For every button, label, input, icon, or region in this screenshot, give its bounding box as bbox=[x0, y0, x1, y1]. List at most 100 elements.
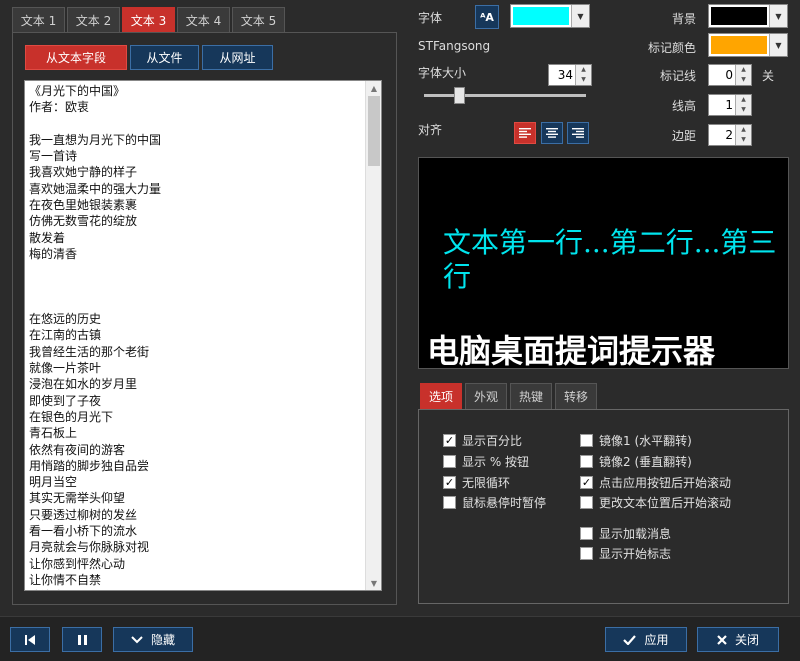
script-line bbox=[29, 279, 365, 295]
from-file-button[interactable]: 从文件 bbox=[130, 45, 199, 70]
option-scroll-on-position-change[interactable]: 更改文本位置后开始滚动 bbox=[580, 494, 731, 511]
script-line: 用悄踏的脚步独自品尝 bbox=[29, 458, 150, 473]
chevron-down-icon[interactable]: ▼ bbox=[571, 5, 589, 27]
textarea-scrollbar[interactable]: ▲ ▼ bbox=[365, 81, 381, 590]
up-arrow-icon[interactable]: ▲ bbox=[736, 65, 751, 75]
from-text-field-button[interactable]: 从文本字段 bbox=[25, 45, 127, 70]
right-panel: 字体 ᴬA ▼ STFangsong 字体大小 34 ▲ ▼ 对齐 背景 ▼ 标记… bbox=[400, 0, 800, 620]
align-left-icon bbox=[519, 128, 531, 138]
align-right-button[interactable] bbox=[567, 122, 589, 144]
checkbox[interactable] bbox=[580, 527, 593, 540]
from-url-button[interactable]: 从网址 bbox=[202, 45, 273, 70]
align-left-button[interactable] bbox=[514, 122, 536, 144]
preview-brand-title: 电脑桌面提词提示器 bbox=[427, 332, 716, 369]
option-show-start-marker[interactable]: 显示开始标志 bbox=[580, 545, 671, 562]
font-size-slider[interactable] bbox=[424, 94, 586, 97]
option-mirror-vertical[interactable]: 镜像2 (垂直翻转) bbox=[580, 453, 692, 470]
up-arrow-icon[interactable]: ▲ bbox=[576, 65, 591, 75]
script-line: 梅的清香 bbox=[29, 246, 78, 261]
marker-color-combo[interactable]: ▼ bbox=[708, 33, 788, 57]
checkbox[interactable] bbox=[580, 434, 593, 447]
scroll-up-icon[interactable]: ▲ bbox=[366, 81, 381, 95]
font-size-stepper[interactable]: ▲ ▼ bbox=[575, 65, 591, 85]
option-label: 镜像2 (垂直翻转) bbox=[599, 455, 692, 469]
script-line bbox=[29, 295, 365, 311]
tab-text-2[interactable]: 文本 2 bbox=[67, 7, 120, 32]
down-arrow-icon[interactable]: ▼ bbox=[576, 75, 591, 85]
checkbox[interactable]: ✓ bbox=[580, 476, 593, 489]
font-size-spinner[interactable]: 34 ▲ ▼ bbox=[548, 64, 592, 86]
font-picker-button[interactable]: ᴬA bbox=[475, 5, 499, 29]
line-height-spinner[interactable]: 1 ▲ ▼ bbox=[708, 94, 752, 116]
font-color-swatch bbox=[513, 7, 569, 25]
line-height-stepper[interactable]: ▲ ▼ bbox=[735, 95, 751, 115]
tab-hotkeys[interactable]: 热键 bbox=[510, 383, 553, 409]
tab-appearance[interactable]: 外观 bbox=[465, 383, 508, 409]
marker-line-stepper[interactable]: ▲ ▼ bbox=[735, 65, 751, 85]
script-line: 就像一片茶叶 bbox=[29, 361, 102, 376]
chevron-down-icon[interactable]: ▼ bbox=[769, 5, 787, 27]
tab-options[interactable]: 选项 bbox=[420, 383, 463, 409]
script-line: 在夜色里她银装素裹 bbox=[29, 198, 138, 213]
option-pause-on-hover[interactable]: 鼠标悬停时暂停 bbox=[443, 494, 546, 511]
tab-text-4[interactable]: 文本 4 bbox=[177, 7, 230, 32]
tab-text-5[interactable]: 文本 5 bbox=[232, 7, 285, 32]
option-show-loading-message[interactable]: 显示加载消息 bbox=[580, 525, 671, 542]
option-show-percent[interactable]: ✓ 显示百分比 bbox=[443, 432, 522, 449]
font-size-slider-thumb[interactable] bbox=[454, 87, 466, 104]
option-show-percent-button[interactable]: 显示 % 按钮 bbox=[443, 453, 529, 470]
close-icon bbox=[717, 634, 727, 645]
option-label: 点击应用按钮后开始滚动 bbox=[599, 476, 732, 490]
left-panel: 文本 1 文本 2 文本 3 文本 4 文本 5 从文本字段 从文件 从网址 《… bbox=[0, 0, 400, 620]
script-line: 我喜欢她宁静的样子 bbox=[29, 165, 138, 180]
close-button[interactable]: 关闭 bbox=[697, 627, 779, 652]
checkbox[interactable] bbox=[580, 496, 593, 509]
checkbox[interactable]: ✓ bbox=[443, 434, 456, 447]
margin-value: 2 bbox=[725, 128, 733, 142]
option-infinite-loop[interactable]: ✓ 无限循环 bbox=[443, 474, 510, 491]
option-label: 镜像1 (水平翻转) bbox=[599, 434, 692, 448]
script-textarea[interactable]: 《月光下的中国》 作者：欧衷 我一直想为月光下的中国 写一首诗 我喜欢她宁静的样子 喜欢她… bbox=[24, 80, 382, 591]
margin-stepper[interactable]: ▲ ▼ bbox=[735, 125, 751, 145]
hide-button-label: 隐藏 bbox=[150, 633, 175, 647]
tab-text-1[interactable]: 文本 1 bbox=[12, 7, 65, 32]
tab-text-3[interactable]: 文本 3 bbox=[122, 7, 175, 32]
background-color-swatch bbox=[711, 7, 767, 25]
checkbox[interactable] bbox=[580, 455, 593, 468]
down-arrow-icon[interactable]: ▼ bbox=[736, 75, 751, 85]
hide-button[interactable]: 隐藏 bbox=[113, 627, 193, 652]
checkbox[interactable] bbox=[443, 455, 456, 468]
restart-button[interactable] bbox=[10, 627, 50, 652]
down-arrow-icon[interactable]: ▼ bbox=[736, 135, 751, 145]
checkbox[interactable] bbox=[443, 496, 456, 509]
scroll-down-icon[interactable]: ▼ bbox=[366, 576, 381, 590]
option-scroll-on-apply[interactable]: ✓ 点击应用按钮后开始滚动 bbox=[580, 474, 731, 491]
up-arrow-icon[interactable]: ▲ bbox=[736, 95, 751, 105]
option-label: 显示开始标志 bbox=[599, 547, 672, 561]
tab-transfer[interactable]: 转移 bbox=[555, 383, 598, 409]
background-color-combo[interactable]: ▼ bbox=[708, 4, 788, 28]
font-icon: ᴬA bbox=[480, 10, 494, 24]
scroll-thumb[interactable] bbox=[368, 96, 380, 166]
option-tabs: 选项 外观 热键 转移 bbox=[420, 383, 598, 409]
script-line: 依然有夜间的游客 bbox=[29, 442, 126, 457]
pause-button[interactable] bbox=[62, 627, 102, 652]
checkbox[interactable]: ✓ bbox=[443, 476, 456, 489]
marker-line-spinner[interactable]: 0 ▲ ▼ bbox=[708, 64, 752, 86]
check-icon bbox=[623, 634, 637, 645]
margin-spinner[interactable]: 2 ▲ ▼ bbox=[708, 124, 752, 146]
script-line: 只要透过柳树的发丝 bbox=[29, 507, 138, 522]
down-arrow-icon[interactable]: ▼ bbox=[736, 105, 751, 115]
option-mirror-horizontal[interactable]: 镜像1 (水平翻转) bbox=[580, 432, 692, 449]
chevron-down-icon[interactable]: ▼ bbox=[769, 34, 787, 56]
apply-button[interactable]: 应用 bbox=[605, 627, 687, 652]
marker-line-label: 标记线 bbox=[659, 69, 696, 83]
script-line: 让你感到怦然心动 bbox=[29, 556, 126, 571]
align-center-button[interactable] bbox=[541, 122, 563, 144]
script-line: 看一看小桥下的流水 bbox=[29, 524, 138, 539]
checkbox[interactable] bbox=[580, 547, 593, 560]
marker-color-label: 标记颜色 bbox=[647, 41, 696, 55]
up-arrow-icon[interactable]: ▲ bbox=[736, 125, 751, 135]
text-tabs: 文本 1 文本 2 文本 3 文本 4 文本 5 bbox=[12, 7, 285, 32]
font-color-combo[interactable]: ▼ bbox=[510, 4, 590, 28]
